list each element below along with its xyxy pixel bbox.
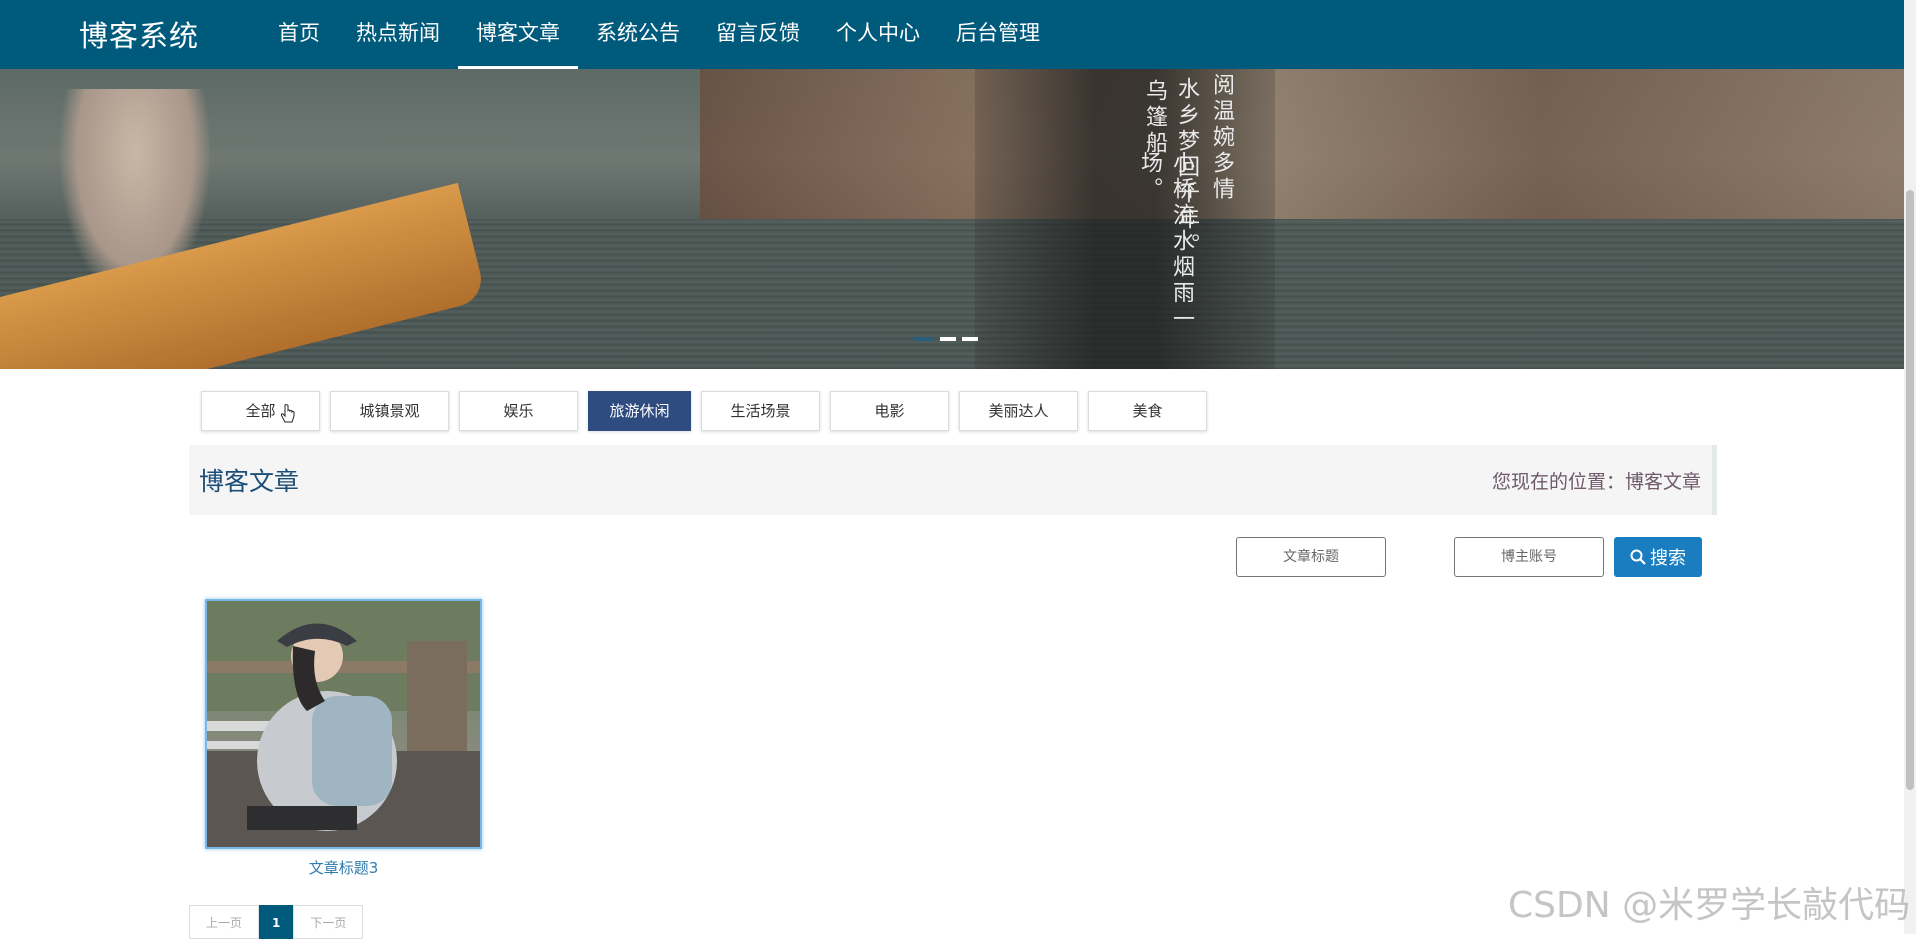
site-brand[interactable]: 博客系统 (79, 13, 199, 55)
csdn-watermark: CSDN @米罗学长敲代码 (1508, 885, 1911, 926)
nav-item-feedback[interactable]: 留言反馈 (698, 0, 818, 69)
category-tabs: 全部 城镇景观 娱乐 旅游休闲 生活场景 电影 美丽达人 美食 (201, 391, 1207, 431)
category-tab-movies[interactable]: 电影 (830, 391, 949, 431)
category-tab-life-scenes[interactable]: 生活场景 (701, 391, 820, 431)
article-title-link[interactable]: 文章标题3 (205, 857, 482, 878)
carousel-dot[interactable] (962, 337, 978, 341)
article-thumbnail[interactable] (205, 599, 482, 849)
section-header: 博客文章 您现在的位置：博客文章 (189, 445, 1717, 515)
search-icon (1630, 549, 1646, 565)
category-tab-food[interactable]: 美食 (1088, 391, 1207, 431)
breadcrumb-current[interactable]: 博客文章 (1625, 471, 1701, 493)
top-navbar: 博客系统 首页 热点新闻 博客文章 系统公告 留言反馈 个人中心 后台管理 (0, 0, 1904, 69)
banner-buildings-image (700, 69, 1904, 219)
poem-line: 小桥流水烟雨一场。 (1137, 151, 1194, 333)
main-nav: 首页 热点新闻 博客文章 系统公告 留言反馈 个人中心 后台管理 (260, 0, 1058, 69)
nav-item-home[interactable]: 首页 (260, 0, 338, 69)
poem-line: 乌篷船 (1142, 79, 1167, 157)
carousel-dot[interactable] (940, 337, 956, 341)
nav-item-hot-news[interactable]: 热点新闻 (338, 0, 458, 69)
breadcrumb: 您现在的位置：博客文章 (1492, 467, 1701, 494)
page-title: 博客文章 (199, 467, 300, 496)
category-tab-entertainment[interactable]: 娱乐 (459, 391, 578, 431)
breadcrumb-prefix: 您现在的位置： (1491, 471, 1625, 493)
article-title-search-input[interactable] (1236, 537, 1386, 577)
carousel-indicators (914, 337, 978, 341)
nav-item-admin[interactable]: 后台管理 (938, 0, 1058, 69)
nav-item-personal-center[interactable]: 个人中心 (818, 0, 938, 69)
search-button[interactable]: 搜索 (1614, 537, 1702, 577)
mouse-cursor-icon (280, 404, 295, 423)
category-tab-town-scenery[interactable]: 城镇景观 (330, 391, 449, 431)
page-scrollbar[interactable] (1904, 0, 1916, 934)
search-button-label: 搜索 (1650, 548, 1686, 569)
nav-item-blog-articles[interactable]: 博客文章 (458, 0, 578, 69)
category-tab-all[interactable]: 全部 (201, 391, 320, 431)
banner-carousel: 乌篷船 水乡梦回千年。 阅温婉多情 小桥流水烟雨一场。 (0, 69, 1904, 369)
carousel-dot[interactable] (914, 337, 934, 341)
category-tab-beauty[interactable]: 美丽达人 (959, 391, 1078, 431)
blogger-account-search-input[interactable] (1454, 537, 1604, 577)
poem-line: 阅温婉多情 (1209, 73, 1234, 203)
scrollbar-thumb[interactable] (1906, 190, 1914, 790)
nav-item-announcements[interactable]: 系统公告 (578, 0, 698, 69)
category-tab-travel-leisure[interactable]: 旅游休闲 (588, 391, 691, 431)
article-thumbnail-image (207, 601, 480, 847)
